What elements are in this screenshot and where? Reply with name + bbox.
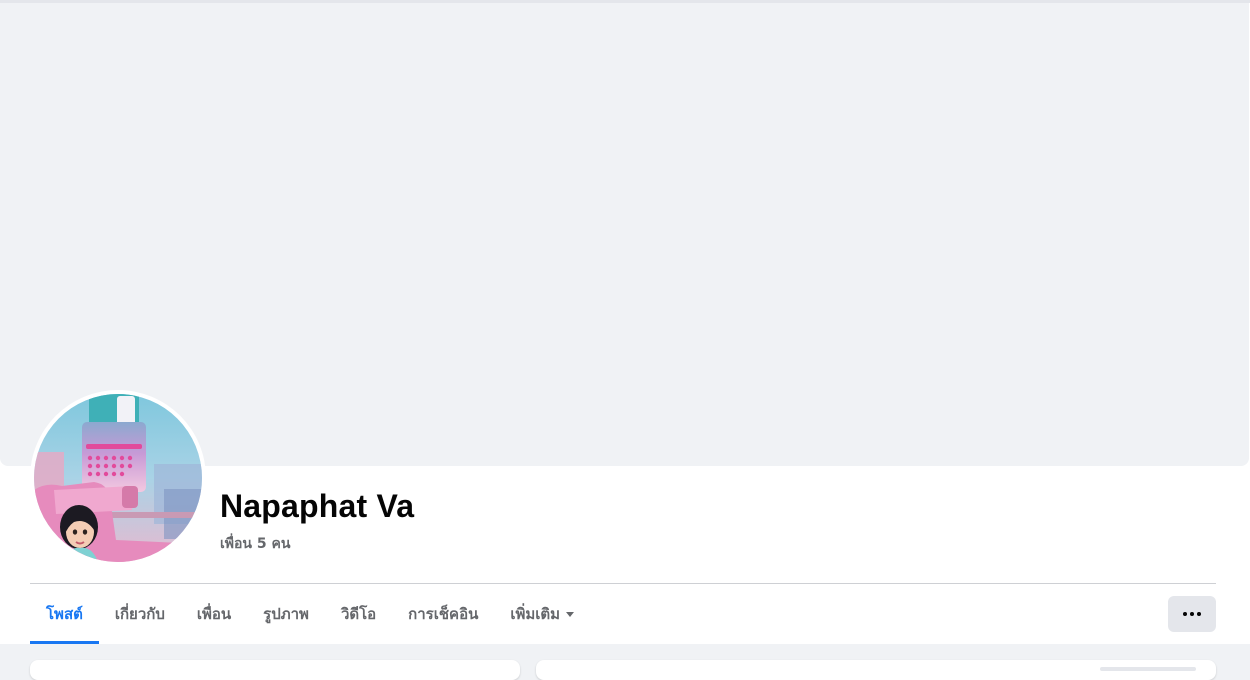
profile-more-options-button[interactable] xyxy=(1168,596,1216,632)
posts-card xyxy=(536,660,1216,680)
friends-count[interactable]: เพื่อน 5 คน xyxy=(220,533,290,555)
tab-posts[interactable]: โพสต์ xyxy=(30,584,99,644)
tab-label: เพื่อน xyxy=(196,605,232,623)
tab-label: รูปภาพ xyxy=(263,605,309,623)
intro-card xyxy=(30,660,520,680)
tab-label: วิดีโอ xyxy=(340,605,377,623)
tab-checkins[interactable]: การเช็คอิน xyxy=(392,584,494,644)
profile-tabs: โพสต์ เกี่ยวกับ เพื่อน รูปภาพ วิดีโอ การ… xyxy=(30,584,590,644)
cover-photo-area xyxy=(0,3,1249,466)
tab-label: เพิ่มเติม xyxy=(510,605,561,623)
tab-about[interactable]: เกี่ยวกับ xyxy=(99,584,181,644)
filter-button-placeholder[interactable] xyxy=(1100,667,1196,671)
tab-label: การเช็คอิน xyxy=(408,605,479,623)
tab-friends[interactable]: เพื่อน xyxy=(181,584,247,644)
ellipsis-icon xyxy=(1183,612,1201,616)
tab-photos[interactable]: รูปภาพ xyxy=(247,584,325,644)
tab-more[interactable]: เพิ่มเติม xyxy=(494,584,590,644)
tab-label: เกี่ยวกับ xyxy=(114,605,165,623)
avatar-illustration xyxy=(34,394,202,562)
tab-videos[interactable]: วิดีโอ xyxy=(325,584,392,644)
avatar[interactable] xyxy=(34,394,202,562)
profile-picture[interactable] xyxy=(30,390,206,566)
tab-label: โพสต์ xyxy=(46,605,83,623)
profile-name: Napaphat Va xyxy=(220,488,415,524)
caret-down-icon xyxy=(566,611,575,617)
